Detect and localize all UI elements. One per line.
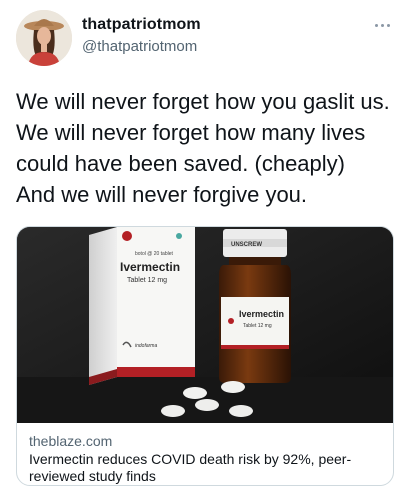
- tweet: thatpatriotmom @thatpatriotmom We will n…: [0, 0, 409, 500]
- tweet-text: We will never forget how you gaslit us. …: [16, 86, 396, 210]
- link-card-title[interactable]: Ivermectin reduces COVID death risk by 9…: [29, 451, 385, 485]
- link-card[interactable]: botol @ 20 tablet Ivermectin Tablet 12 m…: [16, 226, 394, 486]
- display-name[interactable]: thatpatriotmom: [82, 16, 201, 34]
- more-options-icon[interactable]: [375, 20, 395, 30]
- ivermectin-product-photo: botol @ 20 tablet Ivermectin Tablet 12 m…: [17, 227, 393, 423]
- link-card-domain: theblaze.com: [29, 433, 113, 449]
- tweet-line: could have been saved. (cheaply): [16, 151, 345, 176]
- bottle-cap-text: UNSCREW: [231, 242, 262, 248]
- avatar[interactable]: [16, 10, 72, 66]
- tweet-line: We will never forget how you gaslit us.: [16, 89, 390, 114]
- bottle-label-brand: Ivermectin: [239, 309, 284, 319]
- box-strength: Tablet 12 mg: [127, 277, 167, 284]
- box-brand: Ivermectin: [120, 260, 180, 274]
- tweet-line: We will never forget how many lives: [16, 120, 366, 145]
- tweet-line: And we will never forgive you.: [16, 182, 308, 207]
- profile-photo-icon: [16, 10, 72, 66]
- box-maker: indofarma: [135, 343, 157, 349]
- dot: [375, 23, 378, 27]
- link-card-image[interactable]: botol @ 20 tablet Ivermectin Tablet 12 m…: [17, 227, 393, 423]
- dot: [387, 23, 390, 27]
- handle[interactable]: @thatpatriotmom: [82, 38, 197, 55]
- bottle-label-strength: Tablet 12 mg: [243, 323, 272, 329]
- dot: [381, 23, 384, 27]
- box-small-text: botol @ 20 tablet: [135, 251, 173, 257]
